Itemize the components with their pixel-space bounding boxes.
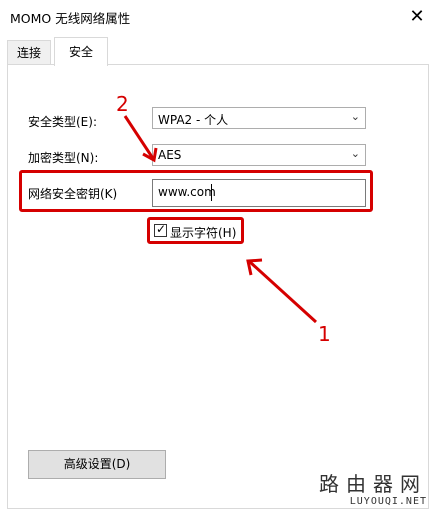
tab-security[interactable]: 安全 <box>54 37 108 66</box>
watermark-url: LUYOUQI.NET <box>349 496 427 507</box>
arrow-2 <box>123 115 156 161</box>
annotation-number-2: 2 <box>116 92 129 116</box>
watermark-logo: 路由器网 <box>319 472 427 496</box>
arrow-1 <box>248 260 318 324</box>
annotation-arrows <box>123 115 318 324</box>
annotation-number-1: 1 <box>318 322 331 346</box>
